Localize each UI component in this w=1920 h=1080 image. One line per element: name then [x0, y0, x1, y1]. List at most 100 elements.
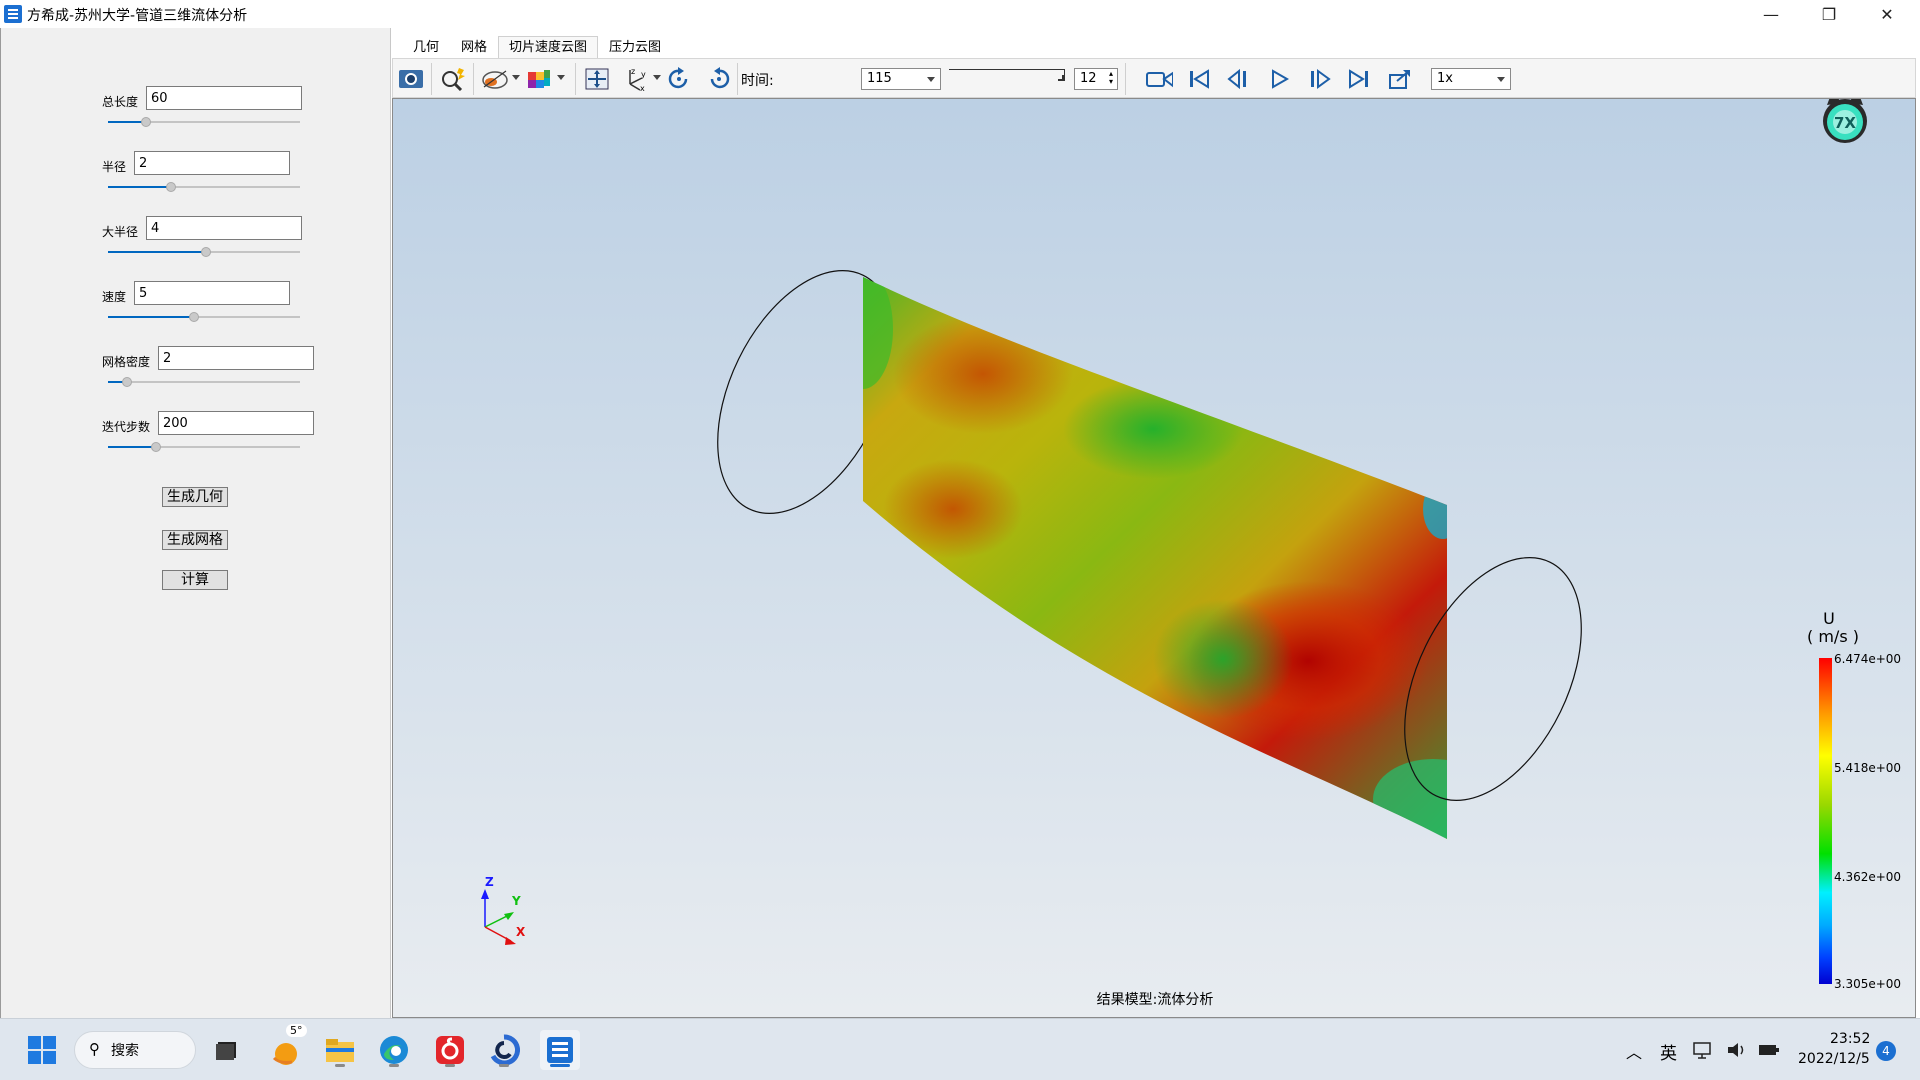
- tab-geometry[interactable]: 几何: [402, 36, 450, 58]
- total-length-input[interactable]: [146, 86, 302, 110]
- slider-thumb[interactable]: [200, 247, 211, 257]
- pipe-slice-render: [481, 270, 1582, 945]
- clock-time[interactable]: 23:52: [1830, 1031, 1870, 1047]
- velocity-slice: [863, 277, 1447, 839]
- axis-triad: [481, 889, 516, 945]
- slider-fill: [108, 316, 195, 318]
- rotate-cw-icon[interactable]: [665, 66, 693, 92]
- netease-music-icon[interactable]: [430, 1030, 470, 1070]
- chevron-down-icon: [1497, 77, 1505, 82]
- battery-icon[interactable]: [1754, 1030, 1784, 1070]
- colormap-icon[interactable]: [525, 66, 553, 92]
- iterations-input[interactable]: [158, 411, 314, 435]
- time-select[interactable]: 115: [861, 68, 941, 90]
- toolbar-separator: [473, 63, 474, 95]
- mesh-density-input[interactable]: [158, 346, 314, 370]
- tab-mesh[interactable]: 网格: [450, 36, 498, 58]
- result-model-label: 结果模型:流体分析: [1096, 992, 1214, 1008]
- axes-icon[interactable]: zyx: [621, 66, 649, 92]
- close-button[interactable]: ✕: [1858, 0, 1916, 28]
- app-swirl-icon[interactable]: [484, 1030, 524, 1070]
- window-title: 方希成-苏州大学-管道三维流体分析: [27, 8, 248, 24]
- slider-fill: [108, 186, 172, 188]
- fit-view-icon[interactable]: [583, 66, 611, 92]
- network-icon[interactable]: [1688, 1030, 1718, 1070]
- spin-arrows-icon[interactable]: ▴ ▾: [1109, 70, 1113, 86]
- maximize-button[interactable]: ❐: [1800, 0, 1858, 28]
- task-view-icon[interactable]: [206, 1030, 246, 1070]
- file-explorer-icon[interactable]: [320, 1030, 360, 1070]
- time-slider[interactable]: [949, 69, 1065, 81]
- axis-z-label: Z: [485, 875, 494, 889]
- tab-pressure[interactable]: 压力云图: [598, 36, 672, 58]
- volume-icon[interactable]: [1722, 1030, 1752, 1070]
- tab-slice-velocity[interactable]: 切片速度云图: [498, 36, 599, 58]
- slice-icon[interactable]: [481, 66, 509, 92]
- svg-text:y: y: [641, 70, 646, 79]
- generate-geometry-button[interactable]: 生成几何: [162, 487, 228, 507]
- zoom-icon[interactable]: [439, 66, 467, 92]
- mesh-density-slider[interactable]: [108, 377, 300, 387]
- time-value: 115: [867, 71, 892, 86]
- legend-title: U: [1823, 609, 1835, 628]
- compute-button[interactable]: 计算: [162, 570, 228, 590]
- start-icon[interactable]: [22, 1030, 62, 1070]
- slider-fill: [108, 446, 156, 448]
- 3d-viewport[interactable]: Z Y X 7X U ( m/s ) 6.474e+00 5.418e+00 4…: [392, 98, 1916, 1018]
- running-indicator: [335, 1064, 345, 1067]
- chevron-down-icon[interactable]: [512, 75, 520, 80]
- chevron-down-icon[interactable]: [557, 75, 565, 80]
- record-icon[interactable]: [1145, 66, 1173, 92]
- minimize-button[interactable]: —: [1742, 0, 1800, 28]
- time-label: 时间:: [741, 73, 774, 89]
- speed-value: 1x: [1437, 71, 1453, 86]
- frame-value: 12: [1080, 71, 1097, 86]
- pipe-flow-app-icon[interactable]: [540, 1030, 580, 1070]
- export-icon[interactable]: [1386, 66, 1414, 92]
- slider-thumb[interactable]: [166, 182, 177, 192]
- taskbar: ⚲ 搜索 5° ︿ 英 23:52 2022/12/5 4: [0, 1018, 1920, 1080]
- slider-thumb[interactable]: [151, 442, 161, 452]
- param-label: 总长度: [102, 95, 139, 109]
- search-icon: ⚲: [89, 1040, 100, 1058]
- param-label: 迭代步数: [102, 420, 151, 434]
- slider-thumb[interactable]: [141, 117, 152, 127]
- chevron-down-icon[interactable]: [653, 75, 661, 80]
- slider-thumb[interactable]: [189, 312, 200, 322]
- axis-x-label: X: [516, 925, 526, 939]
- radius-input[interactable]: [134, 151, 290, 175]
- velocity-input[interactable]: [134, 281, 290, 305]
- chevron-up-icon[interactable]: ︿: [1626, 1039, 1642, 1063]
- first-frame-icon[interactable]: [1185, 66, 1213, 92]
- weather-icon[interactable]: 5°: [266, 1024, 307, 1070]
- total-length-slider[interactable]: [108, 117, 300, 127]
- radius-slider[interactable]: [108, 182, 300, 192]
- velocity-slider[interactable]: [108, 312, 300, 322]
- running-indicator: [389, 1064, 399, 1067]
- legend-tick-max: 6.474e+00: [1834, 652, 1902, 666]
- edge-browser-icon[interactable]: [374, 1030, 414, 1070]
- slider-end-mark: [1058, 75, 1064, 81]
- slider-fill: [108, 251, 206, 253]
- prev-frame-icon[interactable]: [1225, 66, 1253, 92]
- axis-y-label: Y: [512, 894, 521, 908]
- frame-spinbox[interactable]: 12 ▴ ▾: [1074, 68, 1118, 90]
- taskbar-search[interactable]: ⚲ 搜索: [74, 1031, 196, 1069]
- param-label: 大半径: [102, 225, 139, 239]
- toolbar-separator: [737, 63, 738, 95]
- large-radius-slider[interactable]: [108, 247, 300, 257]
- notification-badge[interactable]: 4: [1876, 1041, 1896, 1061]
- large-radius-input[interactable]: [146, 216, 302, 240]
- next-frame-icon[interactable]: [1305, 66, 1333, 92]
- rotate-ccw-icon[interactable]: [705, 66, 733, 92]
- camera-icon[interactable]: [397, 66, 425, 92]
- speed-select[interactable]: 1x: [1431, 68, 1511, 90]
- slider-thumb[interactable]: [122, 377, 133, 387]
- ime-indicator[interactable]: 英: [1660, 1039, 1677, 1064]
- generate-mesh-button[interactable]: 生成网格: [162, 530, 228, 550]
- toolbar-separator: [1125, 63, 1126, 95]
- last-frame-icon[interactable]: [1345, 66, 1373, 92]
- iterations-slider[interactable]: [108, 442, 300, 452]
- play-icon[interactable]: [1265, 66, 1293, 92]
- clock-date[interactable]: 2022/12/5: [1798, 1051, 1870, 1067]
